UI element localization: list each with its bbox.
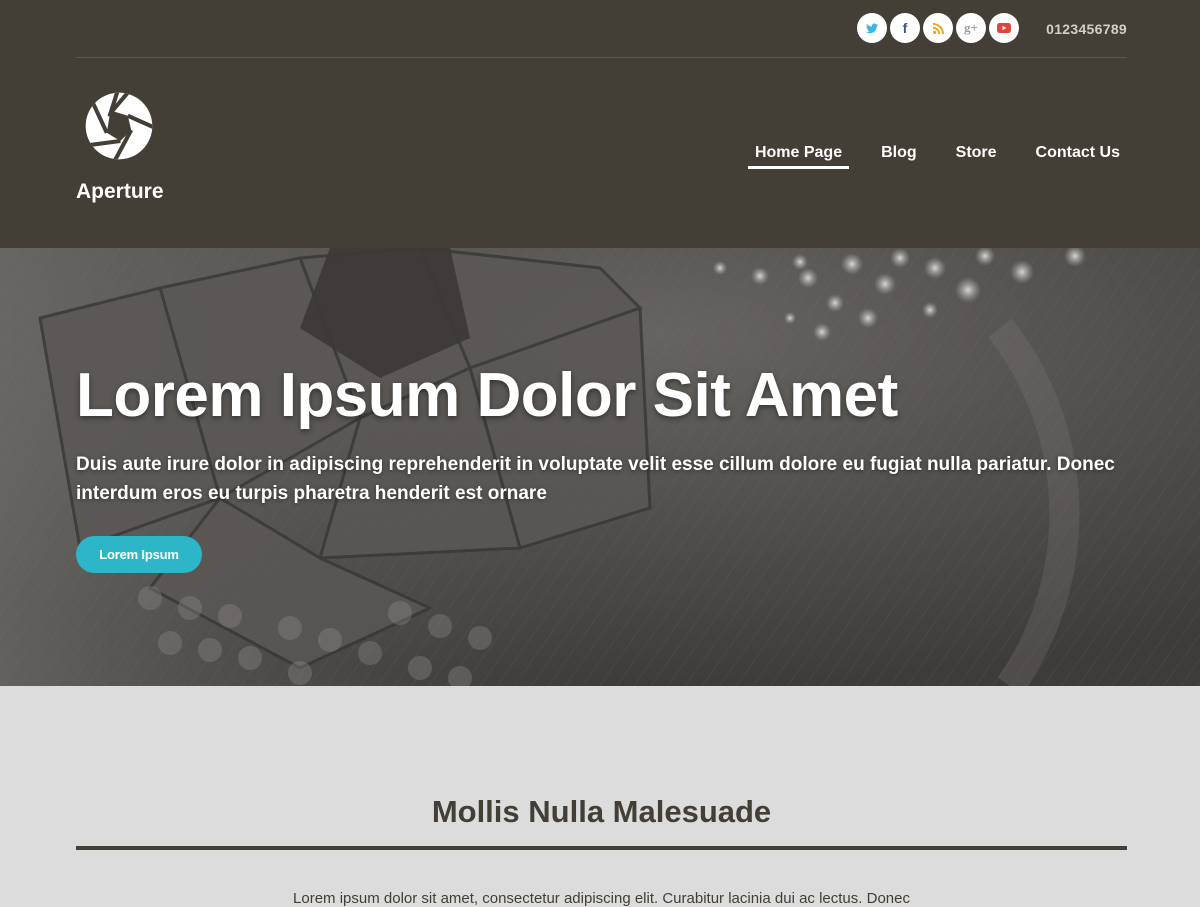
google-plus-icon[interactable]: g+ bbox=[956, 13, 986, 43]
hero-subtitle: Duis aute irure dolor in adipiscing repr… bbox=[76, 454, 1115, 504]
rss-icon[interactable] bbox=[923, 13, 953, 43]
section-text: Lorem ipsum dolor sit amet, consectetur … bbox=[293, 890, 910, 907]
nav-item-store[interactable]: Store bbox=[949, 142, 1004, 169]
youtube-icon[interactable] bbox=[989, 13, 1019, 43]
facebook-glyph: f bbox=[902, 20, 908, 36]
section-title: Mollis Nulla Malesuade bbox=[431, 794, 772, 829]
nav-item-contact-us[interactable]: Contact Us bbox=[1029, 142, 1127, 169]
social-links: f g+ bbox=[857, 13, 1019, 43]
phone-number[interactable]: 0123456789 bbox=[1046, 21, 1127, 37]
logo-text: Aperture bbox=[76, 180, 164, 203]
twitter-icon[interactable] bbox=[857, 13, 887, 43]
nav-item-home-page[interactable]: Home Page bbox=[747, 142, 850, 169]
facebook-icon[interactable]: f bbox=[890, 13, 920, 43]
top-bar: f g+ 0123456789 bbox=[76, 0, 1127, 58]
section-divider bbox=[76, 846, 1127, 850]
content-section: Mollis Nulla Malesuade Lorem ipsum dolor… bbox=[0, 686, 1200, 907]
aperture-icon bbox=[85, 92, 153, 160]
hero-cta-button[interactable]: Lorem Ipsum bbox=[76, 536, 202, 573]
site-header: f g+ 0123456789 Aperture Home Page Blog … bbox=[0, 0, 1200, 248]
hero-banner: Lorem Ipsum Dolor Sit Amet Duis aute iru… bbox=[0, 248, 1200, 686]
hero-title: Lorem Ipsum Dolor Sit Amet bbox=[76, 361, 898, 430]
nav-item-blog[interactable]: Blog bbox=[874, 142, 924, 169]
main-nav: Home Page Blog Store Contact Us bbox=[723, 142, 1127, 169]
google-plus-glyph: g+ bbox=[964, 20, 978, 35]
